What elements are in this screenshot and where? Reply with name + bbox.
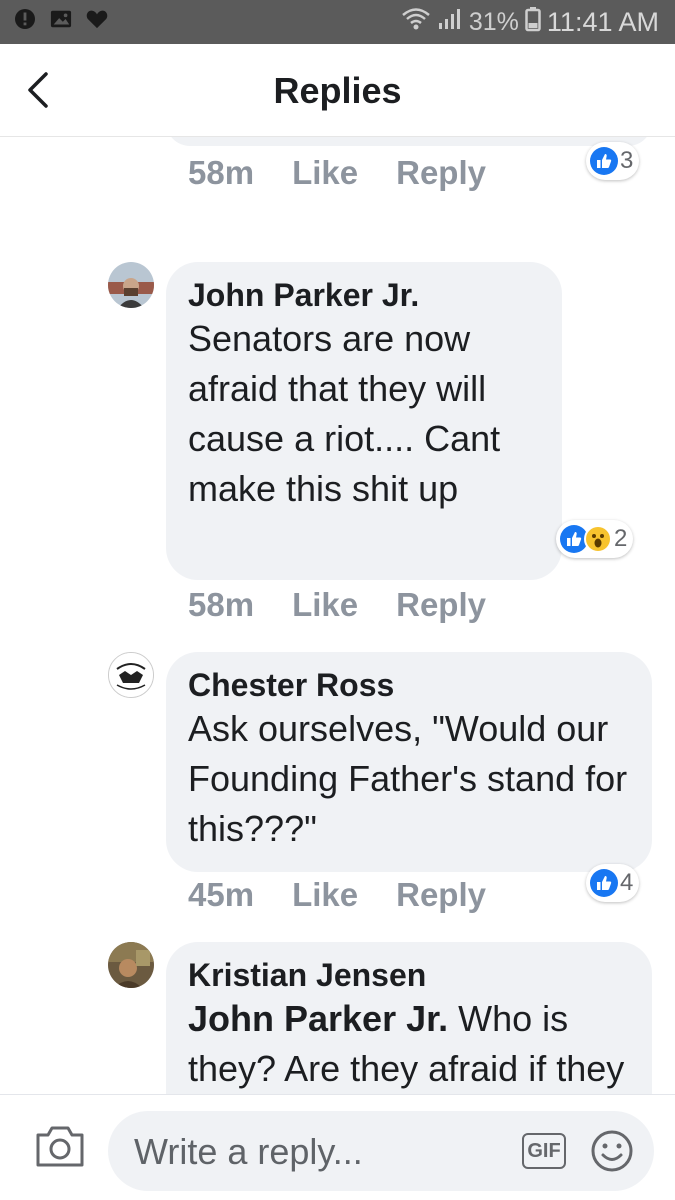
comment-text: Ask ourselves, "Would our Founding Fathe… [188,708,628,849]
comment-text: John Parker Jr. Who is they? Are they af… [188,994,630,1094]
battery-icon [525,6,541,39]
alert-icon [14,8,36,30]
page-title: Replies [273,70,402,111]
signal-icon [437,7,463,38]
reply-field[interactable]: GIF [108,1111,654,1191]
reply-button[interactable]: Reply [396,586,486,624]
header: Replies [0,44,675,137]
camera-icon [36,1126,84,1167]
comment-bubble: John Parker Jr. Senators are now afraid … [166,262,562,580]
comment-text: Senators are now afraid that they will c… [188,318,501,509]
comment-author[interactable]: John Parker Jr. [188,276,540,314]
emoji-icon [591,1130,633,1172]
reaction-count: 3 [620,147,634,174]
heart-icon [86,8,108,30]
reaction-summary[interactable]: 2 [556,520,634,558]
avatar[interactable] [108,262,154,308]
comment-bubble [166,136,652,146]
reply-composer: GIF [0,1094,675,1200]
comment-meta: 58m Like Reply [188,154,486,192]
emoji-button[interactable] [590,1129,634,1173]
reply-input[interactable] [132,1125,496,1179]
reaction-summary[interactable]: 3 [586,142,640,180]
comment-author[interactable]: Kristian Jensen [188,956,630,994]
status-bar: 31% 11:41 AM [0,0,675,44]
avatar[interactable] [108,652,154,698]
like-button[interactable]: Like [292,876,358,914]
like-button[interactable]: Like [292,586,358,624]
comment-author[interactable]: Chester Ross [188,666,630,704]
wow-reaction-icon [584,525,612,553]
replies-sheet: Replies 58m Like Reply 3 John Parker Jr.… [0,44,675,1200]
image-icon [50,8,72,30]
gif-button[interactable]: GIF [522,1133,566,1169]
like-reaction-icon [590,147,618,175]
comment-time: 45m [188,876,255,913]
mention-link[interactable]: John Parker Jr. [188,998,448,1039]
reaction-count: 2 [614,525,628,552]
comment-meta: 45m Like Reply [188,876,486,914]
comment-bubble: Chester Ross Ask ourselves, "Would our F… [166,652,652,872]
comment-time: 58m [188,586,255,623]
reaction-summary[interactable]: 4 [586,864,640,902]
avatar[interactable] [108,942,154,988]
reaction-count: 4 [620,869,634,896]
comment-feed[interactable]: 58m Like Reply 3 John Parker Jr. Senator… [0,136,675,1094]
like-reaction-icon [590,869,618,897]
gif-icon: GIF [527,1139,561,1162]
status-time: 11:41 AM [546,7,659,37]
like-button[interactable]: Like [292,154,358,192]
reply-button[interactable]: Reply [396,876,486,914]
camera-button[interactable] [34,1123,86,1169]
battery-percent: 31% [468,8,519,36]
comment-meta: 58m Like Reply [188,586,486,624]
wifi-icon [401,7,431,38]
comment-time: 58m [188,154,255,191]
comment-bubble: Kristian Jensen John Parker Jr. Who is t… [166,942,652,1094]
reply-button[interactable]: Reply [396,154,486,192]
